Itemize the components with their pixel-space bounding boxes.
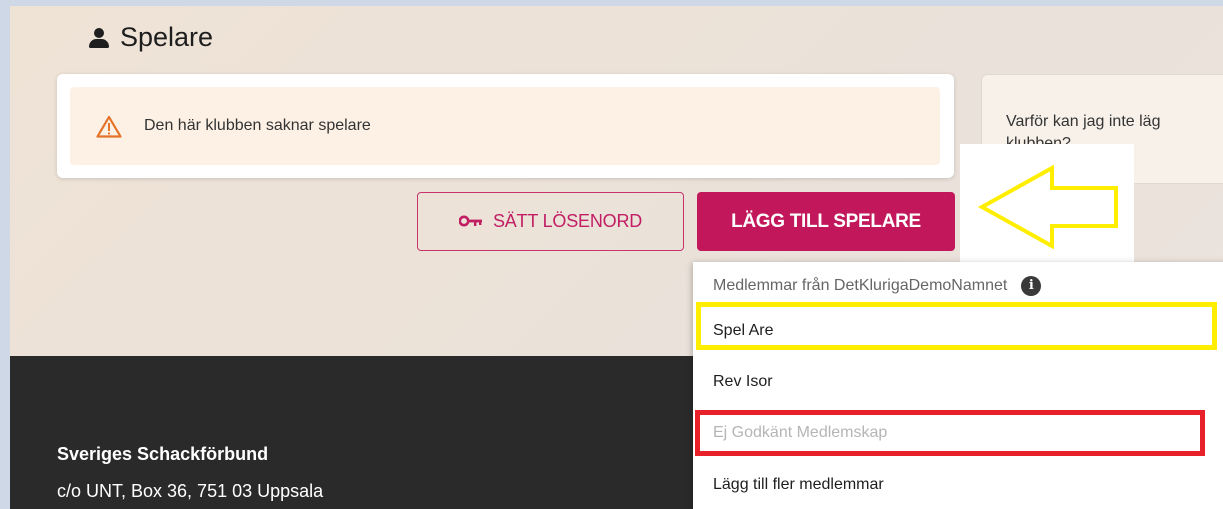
dropdown-item-label: Lägg till fler medlemmar — [713, 476, 884, 493]
footer-org-name: Sveriges Schackförbund — [57, 444, 269, 464]
footer-address: c/o UNT, Box 36, 751 03 Uppsala — [57, 481, 324, 501]
alert-card: Den här klubben saknar spelare — [57, 74, 954, 178]
dropdown-item-label: Rev Isor — [713, 373, 773, 390]
page-title: Spelare — [88, 22, 213, 53]
dropdown-header-text: Medlemmar från DetKlurigaDemoNamnet — [713, 277, 1008, 294]
add-player-label: LÄGG TILL SPELARE — [731, 210, 921, 232]
yellow-highlight-box — [696, 302, 1217, 350]
key-icon — [458, 211, 483, 232]
member-dropdown: Medlemmar från DetKlurigaDemoNamnet i Sp… — [693, 262, 1223, 509]
left-arrow-icon — [977, 164, 1118, 250]
dropdown-item[interactable]: Rev Isor — [693, 357, 1223, 407]
help-question-line1: Varför kan jag inte läg — [1006, 113, 1161, 130]
set-password-button[interactable]: SÄTT LÖSENORD — [417, 192, 684, 251]
dropdown-header: Medlemmar från DetKlurigaDemoNamnet i — [713, 276, 1213, 296]
info-icon[interactable]: i — [1021, 276, 1042, 296]
set-password-label: SÄTT LÖSENORD — [492, 211, 643, 231]
arrow-annotation-box — [960, 144, 1134, 264]
alert-text: Den här klubben saknar spelare — [144, 117, 371, 134]
red-highlight-box — [695, 410, 1205, 456]
empty-club-alert: Den här klubben saknar spelare — [70, 87, 940, 165]
add-player-button[interactable]: LÄGG TILL SPELARE — [697, 192, 955, 251]
page-frame: Spelare Den här klubben saknar spelare V… — [0, 0, 1223, 509]
dropdown-item[interactable]: Lägg till fler medlemmar — [693, 460, 1223, 509]
warning-icon — [96, 115, 122, 138]
person-icon — [88, 27, 110, 49]
page-title-text: Spelare — [120, 22, 214, 52]
